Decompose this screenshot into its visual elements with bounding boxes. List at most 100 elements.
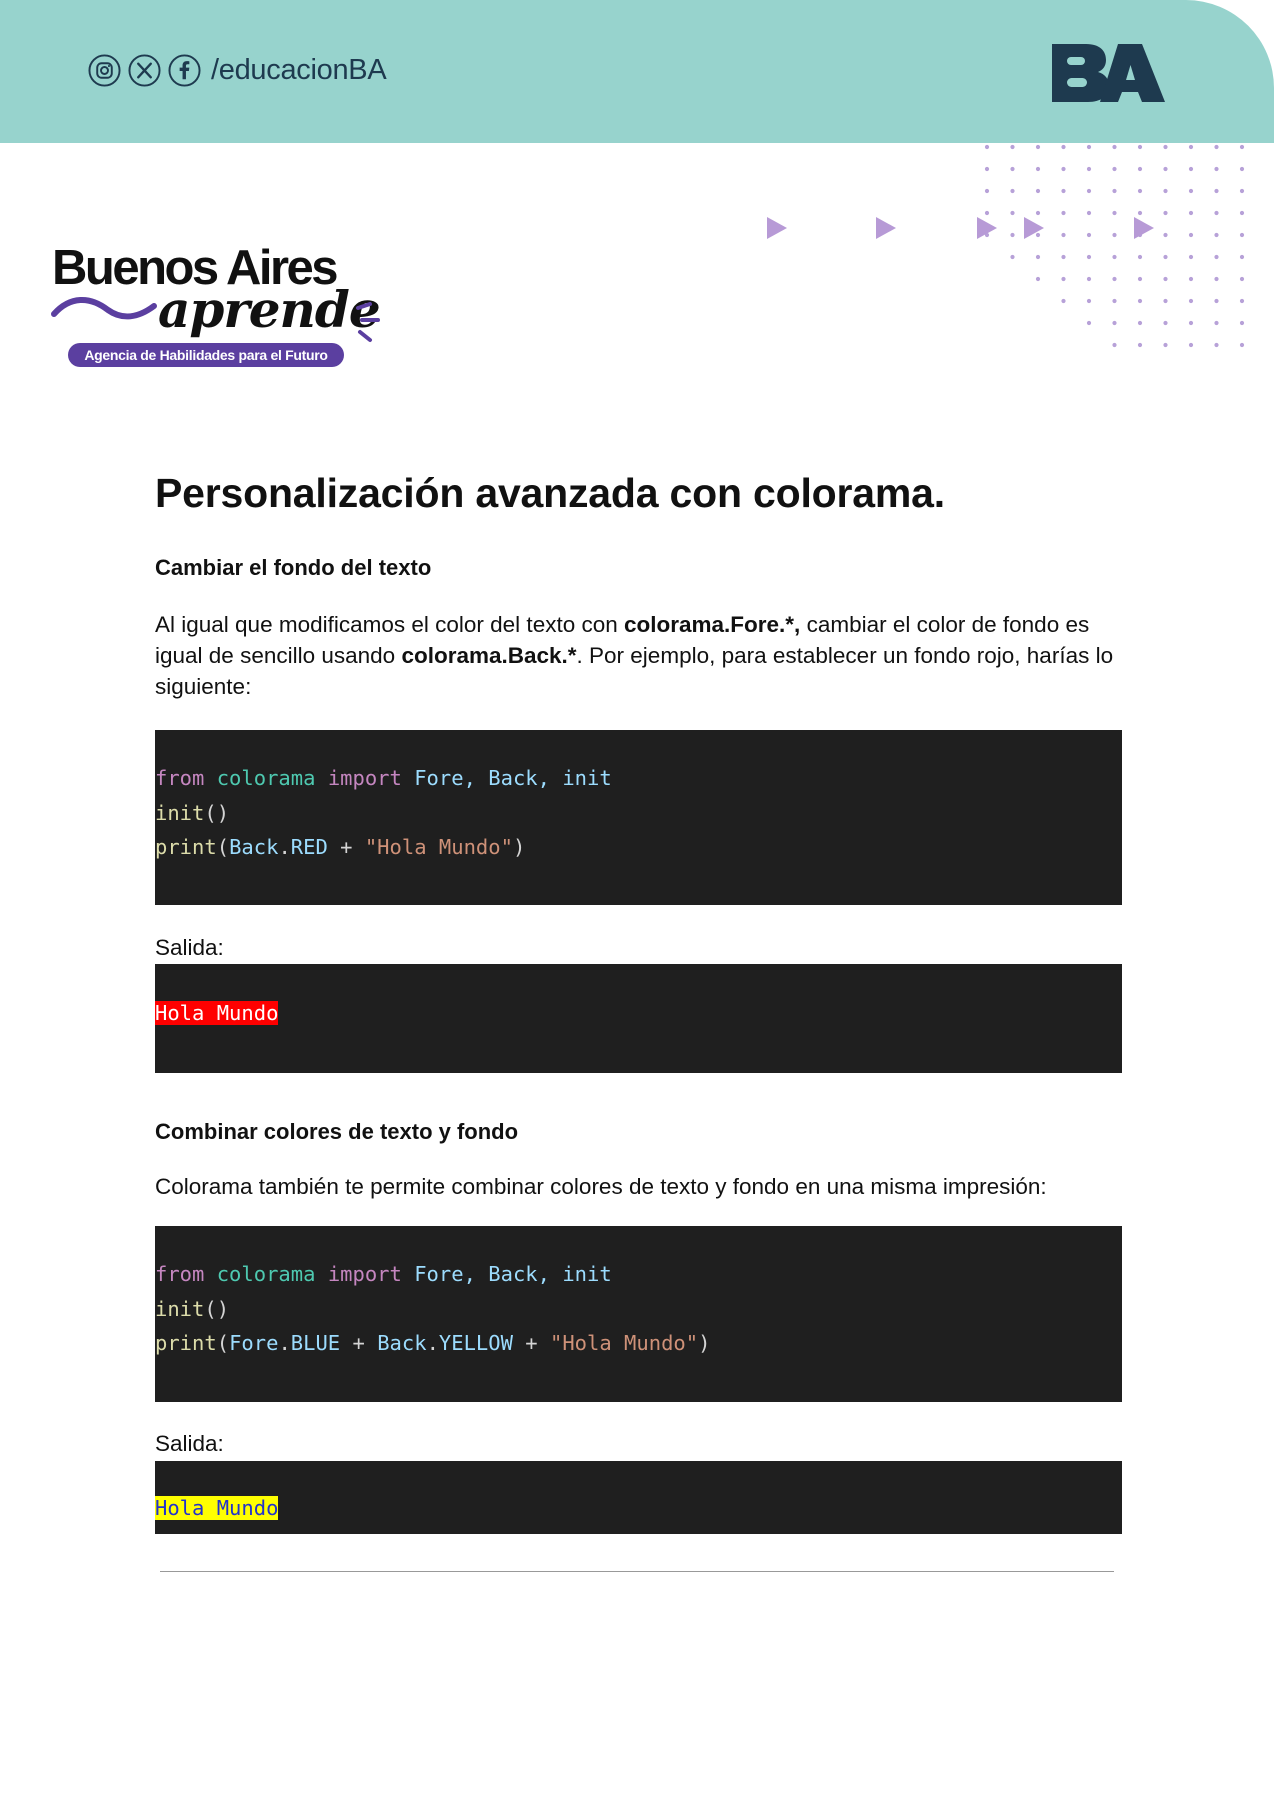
buenos-aires-aprende-logo: Buenos Aires aprende Agencia de Habilida… bbox=[50, 240, 390, 380]
decor-dot bbox=[1188, 144, 1194, 150]
code-function: print bbox=[155, 835, 217, 859]
decor-dot bbox=[1239, 276, 1245, 282]
sparkle-icon bbox=[356, 302, 380, 342]
output-text: Hola Mundo bbox=[155, 1496, 279, 1520]
code-keyword: from bbox=[155, 1262, 205, 1286]
decor-dot bbox=[1137, 276, 1143, 282]
code-string: "Hola Mundo" bbox=[364, 835, 513, 859]
decor-dot bbox=[1214, 298, 1219, 304]
decor-dot bbox=[1188, 232, 1194, 238]
decor-dot bbox=[1112, 166, 1117, 172]
decor-dot bbox=[1010, 210, 1015, 216]
section-heading: Cambiar el fondo del texto bbox=[155, 555, 432, 580]
decor-dot bbox=[1035, 276, 1041, 282]
decor-dot bbox=[984, 144, 990, 150]
decor-dot bbox=[1137, 210, 1143, 216]
decor-dot bbox=[1214, 254, 1219, 260]
code-keyword: from bbox=[155, 766, 205, 790]
decor-dot bbox=[1086, 320, 1092, 326]
decor-dot bbox=[1061, 210, 1066, 216]
decor-dot bbox=[1163, 144, 1168, 150]
decor-dot bbox=[1061, 276, 1066, 282]
decor-dot bbox=[984, 188, 990, 194]
decor-dot bbox=[1163, 298, 1168, 304]
decor-dot bbox=[1214, 188, 1219, 194]
decor-dot bbox=[1214, 232, 1219, 238]
divider bbox=[160, 1571, 1114, 1572]
decor-dot bbox=[1188, 320, 1194, 326]
output-label: Salida: bbox=[155, 1431, 224, 1456]
decor-dot bbox=[1010, 254, 1015, 260]
decor-dot bbox=[1035, 166, 1041, 172]
decor-dot bbox=[1086, 166, 1092, 172]
decor-dot bbox=[1239, 144, 1245, 150]
decor-dot bbox=[1086, 254, 1092, 260]
page-title: Personalización avanzada con colorama. bbox=[155, 470, 945, 516]
decor-dot bbox=[1137, 254, 1143, 260]
triangle-icon bbox=[1024, 217, 1044, 239]
output-content: Hola Mundo bbox=[155, 996, 279, 1031]
section-paragraph: Colorama también te permite combinar col… bbox=[155, 1174, 1047, 1199]
decor-dot bbox=[1010, 144, 1015, 150]
decor-dot bbox=[1188, 298, 1194, 304]
triangle-icon bbox=[767, 217, 787, 239]
code-object: Back bbox=[229, 835, 279, 859]
decor-dot bbox=[1239, 166, 1245, 172]
code-keyword: import bbox=[327, 1262, 402, 1286]
decor-dot bbox=[1239, 232, 1245, 238]
decor-dot bbox=[1086, 210, 1092, 216]
decor-dot bbox=[1112, 210, 1117, 216]
logo-script: aprende bbox=[158, 280, 381, 339]
decor-dot bbox=[1112, 320, 1117, 326]
code-function: init bbox=[155, 800, 205, 825]
decor-dot bbox=[1239, 254, 1245, 260]
code-function: init bbox=[155, 1296, 205, 1321]
code-imports: Fore, Back, init bbox=[414, 1262, 612, 1286]
code-object: Fore bbox=[229, 1331, 279, 1355]
decor-dot bbox=[1137, 320, 1143, 326]
section-heading: Combinar colores de texto y fondo bbox=[155, 1119, 519, 1144]
decor-dot bbox=[1035, 210, 1041, 216]
decor-dot bbox=[1188, 166, 1194, 172]
decor-dot bbox=[1137, 188, 1143, 194]
decor-dot bbox=[1137, 342, 1143, 348]
decor-dot bbox=[1061, 166, 1066, 172]
decor-dot bbox=[1214, 320, 1219, 326]
decor-dot bbox=[1188, 188, 1194, 194]
code-string: "Hola Mundo" bbox=[550, 1331, 699, 1355]
triangle-icon bbox=[876, 217, 896, 239]
decor-dot bbox=[1214, 144, 1219, 150]
decor-dot bbox=[1061, 144, 1066, 150]
decor-dot bbox=[1188, 276, 1194, 282]
decor-dot bbox=[1010, 188, 1015, 194]
code-object: Back bbox=[377, 1331, 427, 1355]
decor-dot bbox=[1239, 298, 1245, 304]
decor-dot bbox=[1061, 254, 1066, 260]
decor-dot bbox=[1214, 342, 1219, 348]
code-attribute: YELLOW bbox=[438, 1331, 513, 1355]
section-paragraph: Al igual que modificamos el color del te… bbox=[155, 609, 1125, 702]
decor-dot bbox=[1010, 232, 1015, 238]
decor-dot bbox=[1035, 254, 1041, 260]
code-function: print bbox=[155, 1331, 217, 1355]
decor-dot bbox=[1035, 144, 1041, 150]
decor-dot bbox=[1239, 210, 1245, 216]
paragraph-text: Al igual que modificamos el color del te… bbox=[155, 612, 624, 637]
code-content: from colorama import Fore, Back, init in… bbox=[155, 766, 612, 859]
decor-dot bbox=[1239, 342, 1245, 348]
code-module: colorama bbox=[216, 766, 316, 790]
decor-dot bbox=[1163, 210, 1168, 216]
decor-dot bbox=[1163, 342, 1168, 348]
decor-dot bbox=[1214, 166, 1219, 172]
decor-dot bbox=[984, 210, 990, 216]
decor-dot bbox=[1035, 188, 1041, 194]
decor-dot bbox=[1112, 254, 1117, 260]
output-block bbox=[155, 964, 1122, 1073]
decor-dot bbox=[1163, 276, 1168, 282]
code-attribute: BLUE bbox=[290, 1331, 341, 1355]
decor-dot bbox=[1137, 144, 1143, 150]
decor-dot bbox=[1086, 188, 1092, 194]
output-content: Hola Mundo bbox=[155, 1491, 279, 1526]
decor-dot bbox=[1239, 320, 1245, 326]
output-label: Salida: bbox=[155, 935, 224, 960]
